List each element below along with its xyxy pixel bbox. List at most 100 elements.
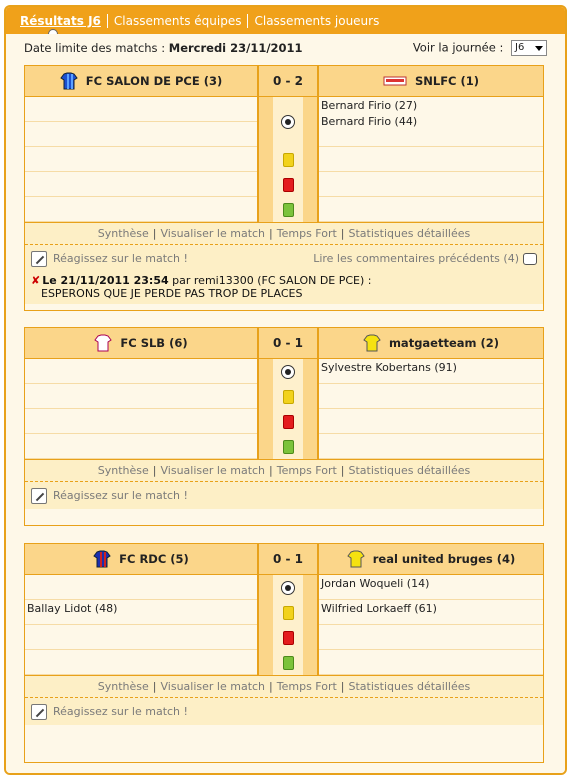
yellow-card-icon [282, 152, 294, 167]
journee-select[interactable]: J6 [511, 39, 547, 56]
comment-date: Le 21/11/2011 23:54 [42, 274, 169, 287]
temps-fort-link[interactable]: Temps Fort [277, 464, 337, 477]
match-links: Synthèse | Visualiser le match | Temps For… [25, 675, 543, 697]
comment-author: remi13300 (FC SALON DE PCE) : [193, 274, 372, 287]
comment: ✘ Le 21/11/2011 23:54 par remi13300 (FC S… [25, 272, 543, 304]
pencil-icon [31, 250, 47, 267]
red-card-cell [273, 409, 303, 434]
white-jersey-icon [94, 334, 113, 352]
delete-icon[interactable]: ✘ [31, 274, 40, 287]
event-row [25, 575, 257, 600]
results-panel: Résultats J6 Classements équipes Classem… [4, 5, 567, 775]
green-card-cell [273, 434, 303, 459]
speech-bubble-icon [523, 253, 537, 265]
event-row [25, 650, 257, 675]
red-card-icon [282, 630, 294, 645]
match-links: Synthèse | Visualiser le match | Temps For… [25, 222, 543, 244]
tab-bar: Résultats J6 Classements équipes Classem… [6, 7, 565, 39]
ball-icon [281, 115, 295, 129]
yellow-card-cell [273, 147, 303, 172]
react-row: Réagissez sur le match ! [25, 697, 543, 725]
comment-text: ESPERONS QUE JE PERDE PAS TROP DE PLACES [41, 287, 303, 300]
match-header: FC RDC (5) 0 - 1 real united bruges (4) [25, 544, 543, 575]
temps-fort-link[interactable]: Temps Fort [277, 680, 337, 693]
goal-row: Wilfried Lorkaeff (61) [319, 600, 543, 625]
tab-resultats[interactable]: Résultats J6 [14, 13, 108, 39]
away-events: Sylvestre Kobertans (91) [319, 359, 543, 459]
green-card-icon [282, 655, 294, 670]
yellow-card-cell [273, 600, 303, 625]
red-card-cell [273, 625, 303, 650]
away-team: real united bruges (4) [319, 544, 543, 574]
event-row [25, 97, 257, 122]
match-links: Synthèse | Visualiser le match | Temps For… [25, 459, 543, 481]
synthese-link[interactable]: Synthèse [98, 227, 149, 240]
match-card: FC RDC (5) 0 - 1 real united bruges (4) … [24, 543, 544, 763]
ball-icon [281, 580, 295, 595]
match-events: Ballay Lidot (48) Jordan Woqueli (14) Wi… [25, 575, 543, 675]
goal-row: Jordan Woqueli (14) [319, 575, 543, 600]
react-row: Réagissez sur le match ! Lire les commen… [25, 244, 543, 272]
match-card: FC SLB (6) 0 - 1 matgaetteam (2) Sylvest… [24, 327, 544, 526]
score: 0 - 2 [257, 66, 319, 96]
chevron-down-icon [535, 45, 543, 51]
deadline: Date limite des matchs : Mercredi 23/11/… [24, 41, 303, 55]
away-team: SNLFC (1) [319, 66, 543, 96]
red-card-cell [273, 172, 303, 197]
home-events [25, 359, 257, 459]
react-button[interactable]: Réagissez sur le match ! [31, 703, 188, 720]
journee-value: J6 [515, 41, 525, 53]
home-team: FC SALON DE PCE (3) [25, 66, 257, 96]
blue-striped-jersey-icon [60, 72, 78, 90]
event-row [319, 625, 543, 650]
deadline-label: Date limite des matchs : [24, 40, 166, 55]
event-icons [257, 575, 319, 675]
visualiser-link[interactable]: Visualiser le match [161, 227, 266, 240]
away-team-name[interactable]: real united bruges (4) [373, 552, 516, 566]
tab-classements-joueurs[interactable]: Classements joueurs [248, 14, 385, 28]
event-row [319, 650, 543, 675]
home-team-name[interactable]: FC SALON DE PCE (3) [86, 74, 222, 88]
event-row [25, 359, 257, 384]
event-row [25, 384, 257, 409]
react-button[interactable]: Réagissez sur le match ! [31, 487, 188, 504]
event-row [25, 434, 257, 459]
away-team: matgaetteam (2) [319, 328, 543, 358]
visualiser-link[interactable]: Visualiser le match [161, 680, 266, 693]
read-comments-link[interactable]: Lire les commentaires précédents (4) [313, 252, 537, 265]
top-row: Date limite des matchs : Mercredi 23/11/… [24, 34, 547, 61]
journee-label: Voir la journée : [412, 40, 504, 54]
temps-fort-link[interactable]: Temps Fort [277, 227, 337, 240]
match-card: FC SALON DE PCE (3) 0 - 2 SNLFC (1) Bern… [24, 65, 544, 311]
goal-row: Bernard Firio (44) [319, 113, 543, 147]
away-team-name[interactable]: matgaetteam (2) [389, 336, 499, 350]
away-team-name[interactable]: SNLFC (1) [415, 74, 479, 88]
yellow-card-icon [282, 605, 294, 620]
synthese-link[interactable]: Synthèse [98, 464, 149, 477]
event-row [25, 172, 257, 197]
event-row [25, 122, 257, 147]
react-label: Réagissez sur le match ! [53, 251, 188, 265]
goal-row: Sylvestre Kobertans (91) [319, 359, 543, 384]
home-events [25, 97, 257, 222]
comment-by: par [172, 274, 191, 287]
yellow-jersey-icon [363, 334, 381, 352]
stats-link[interactable]: Statistiques détaillées [349, 680, 471, 693]
tab-label: Résultats J6 [20, 13, 101, 28]
goal-row: Bernard Firio (27) [321, 99, 418, 112]
event-row [25, 147, 257, 172]
tab-classements-equipes[interactable]: Classements équipes [108, 13, 249, 28]
home-team-name[interactable]: FC SLB (6) [120, 336, 187, 350]
home-team-name[interactable]: FC RDC (5) [119, 552, 189, 566]
event-row [319, 434, 543, 459]
synthese-link[interactable]: Synthèse [98, 680, 149, 693]
journee-picker: Voir la journée : J6 [412, 39, 547, 56]
react-label: Réagissez sur le match ! [53, 704, 188, 718]
ball-icon [281, 364, 295, 379]
stats-link[interactable]: Statistiques détaillées [349, 464, 471, 477]
match-events: Bernard Firio (27) Bernard Firio (44) [25, 97, 543, 222]
react-button[interactable]: Réagissez sur le match ! [31, 250, 188, 267]
pencil-icon [31, 487, 47, 504]
stats-link[interactable]: Statistiques détaillées [349, 227, 471, 240]
visualiser-link[interactable]: Visualiser le match [161, 464, 266, 477]
